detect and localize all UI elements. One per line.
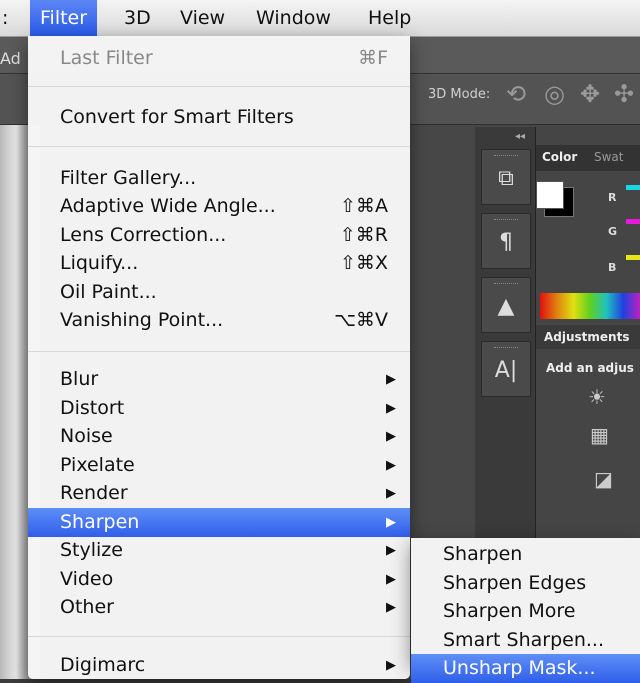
menubar: : Filter 3D View Window Help [0, 0, 640, 37]
3d-mode-label: 3D Mode: [428, 87, 491, 102]
menubar-item-help[interactable]: Help [368, 6, 411, 30]
brightness-icon[interactable]: ☀ [588, 385, 606, 409]
menu-item-filter-gallery[interactable]: Filter Gallery... [28, 164, 410, 193]
menu-item-label: Last Filter [60, 47, 153, 69]
menu-item-shortcut: ⌘F [358, 47, 388, 69]
menu-item-label: Distort [60, 397, 125, 419]
menu-item-label: Pixelate [60, 454, 135, 476]
menu-item-label: Blur [60, 368, 99, 390]
submenu-arrow-icon: ▶ [386, 401, 396, 416]
g-label: G [608, 225, 618, 238]
b-label: B [608, 261, 617, 274]
tab-color[interactable]: Color [542, 150, 577, 164]
submenu-item-sharpen[interactable]: Sharpen [411, 540, 640, 569]
menu-item-pixelate[interactable]: Pixelate ▶ [28, 451, 410, 480]
menu-item-label: Adaptive Wide Angle... [60, 195, 276, 217]
slide-3d-icon[interactable]: ✣ [614, 80, 634, 108]
submenu-arrow-icon: ▶ [386, 658, 396, 673]
menu-item-label: Other [60, 596, 114, 618]
menubar-item-filter[interactable]: Filter [30, 0, 98, 36]
menu-item-oil-paint[interactable]: Oil Paint... [28, 278, 410, 307]
menu-item-shortcut: ⇧⌘X [340, 252, 388, 274]
menu-item-label: Stylize [60, 539, 123, 561]
menu-item-label: Sharpen [60, 511, 140, 533]
histogram-icon[interactable]: ▲ [481, 277, 531, 333]
r-slider[interactable] [626, 185, 640, 190]
menu-separator [28, 636, 410, 637]
menu-separator [28, 86, 410, 87]
submenu-arrow-icon: ▶ [386, 458, 396, 473]
menu-item-label: Oil Paint... [60, 281, 157, 303]
menu-item-vanishing-point[interactable]: Vanishing Point... ⌥⌘V [28, 306, 410, 335]
tab-swatches[interactable]: Swat [594, 150, 624, 164]
sharpen-submenu: Sharpen Sharpen Edges Sharpen More Smart… [411, 538, 640, 683]
submenu-arrow-icon: ▶ [386, 515, 396, 530]
menu-item-digimarc[interactable]: Digimarc ▶ [28, 651, 410, 680]
submenu-arrow-icon: ▶ [386, 372, 396, 387]
menu-item-label: Sharpen [443, 543, 523, 565]
menu-item-sharpen[interactable]: Sharpen ▶ [28, 508, 410, 537]
menu-item-render[interactable]: Render ▶ [28, 479, 410, 508]
menu-item-stylize[interactable]: Stylize ▶ [28, 536, 410, 565]
menubar-item-prev[interactable]: : [2, 6, 8, 30]
menu-item-label: Convert for Smart Filters [60, 106, 294, 128]
adjustments-hint: Add an adjus [546, 361, 634, 375]
menu-separator [28, 146, 410, 147]
menu-item-shortcut: ⌥⌘V [334, 309, 388, 331]
menu-item-label: Sharpen Edges [443, 572, 587, 594]
menu-item-label: Sharpen More [443, 600, 576, 622]
menu-item-liquify[interactable]: Liquify... ⇧⌘X [28, 249, 410, 278]
character-icon[interactable]: A| [481, 341, 531, 397]
submenu-arrow-icon: ▶ [386, 486, 396, 501]
b-slider[interactable] [626, 255, 640, 260]
menu-item-adaptive-wide-angle[interactable]: Adaptive Wide Angle... ⇧⌘A [28, 192, 410, 221]
menu-item-shortcut: ⇧⌘R [339, 224, 388, 246]
menu-item-label: Vanishing Point... [60, 309, 224, 331]
submenu-item-sharpen-edges[interactable]: Sharpen Edges [411, 569, 640, 598]
filter-menu: Last Filter ⌘F Convert for Smart Filters… [28, 36, 410, 679]
menu-item-blur[interactable]: Blur ▶ [28, 365, 410, 394]
menu-item-label: Lens Correction... [60, 224, 227, 246]
submenu-item-sharpen-more[interactable]: Sharpen More [411, 597, 640, 626]
foreground-color-swatch[interactable] [536, 181, 564, 209]
menubar-item-3d[interactable]: 3D [124, 6, 151, 30]
menubar-item-window[interactable]: Window [256, 6, 331, 30]
paragraph-icon[interactable]: ¶ [481, 213, 531, 269]
panel-tabs: Color Swat [536, 145, 640, 171]
menu-item-label: Digimarc [60, 654, 146, 676]
exposure-icon[interactable]: ◪ [594, 467, 613, 491]
submenu-arrow-icon: ▶ [386, 600, 396, 615]
submenu-arrow-icon: ▶ [386, 543, 396, 558]
roll-3d-icon[interactable]: ◎ [544, 80, 565, 108]
color-spectrum[interactable] [540, 293, 640, 319]
menu-separator [28, 351, 410, 352]
submenu-arrow-icon: ▶ [386, 429, 396, 444]
adjustments-panel-title[interactable]: Adjustments [536, 325, 640, 349]
menu-item-label: Noise [60, 425, 113, 447]
menu-item-shortcut: ⇧⌘A [340, 195, 388, 217]
menu-item-video[interactable]: Video ▶ [28, 565, 410, 594]
g-slider[interactable] [626, 219, 640, 224]
menu-item-distort[interactable]: Distort ▶ [28, 394, 410, 423]
submenu-arrow-icon: ▶ [386, 572, 396, 587]
submenu-item-smart-sharpen[interactable]: Smart Sharpen... [411, 626, 640, 655]
3d-panel-icon[interactable]: ⧉ [481, 149, 531, 205]
menu-item-label: Smart Sharpen... [443, 629, 604, 651]
pan-3d-icon[interactable]: ✥ [580, 80, 600, 108]
edge-text: Ad [0, 49, 21, 68]
menu-item-other[interactable]: Other ▶ [28, 593, 410, 622]
menu-item-label: Filter Gallery... [60, 167, 197, 189]
menubar-item-view[interactable]: View [180, 6, 225, 30]
collapse-icon[interactable]: ◂◂ [515, 131, 525, 142]
rotate-3d-icon[interactable]: ⟲ [506, 80, 526, 108]
menu-item-last-filter: Last Filter ⌘F [28, 44, 410, 73]
menu-item-label: Video [60, 568, 114, 590]
levels-icon[interactable]: ▦ [590, 423, 609, 447]
r-label: R [608, 191, 617, 204]
menu-item-label: Liquify... [60, 252, 139, 274]
menu-item-convert-smart-filters[interactable]: Convert for Smart Filters [28, 103, 410, 132]
menu-item-noise[interactable]: Noise ▶ [28, 422, 410, 451]
menu-item-lens-correction[interactable]: Lens Correction... ⇧⌘R [28, 221, 410, 250]
menu-item-label: Render [60, 482, 128, 504]
